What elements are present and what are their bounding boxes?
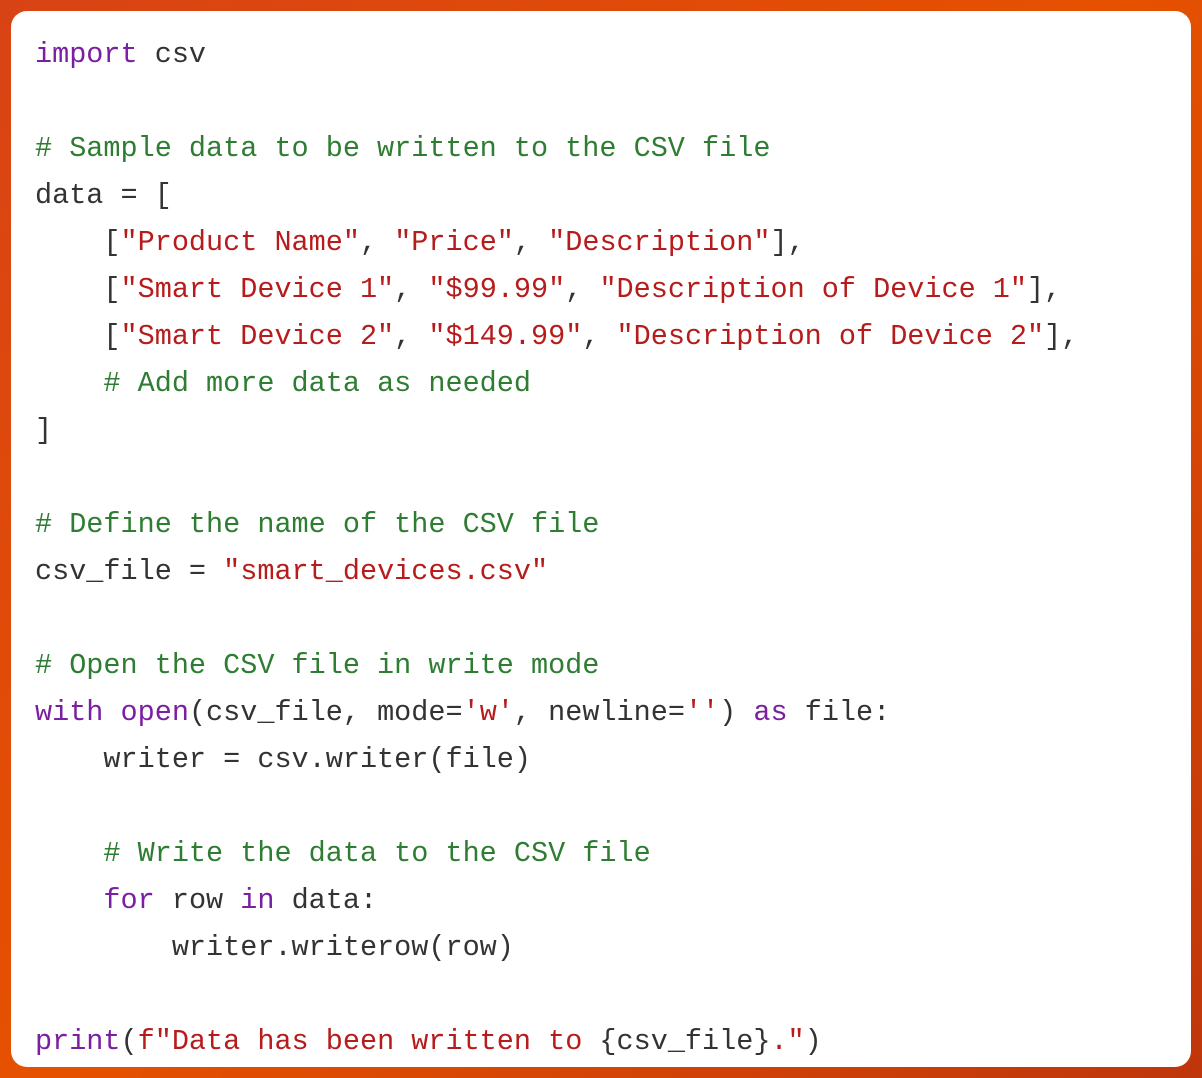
code-token: with [35, 696, 103, 729]
code-token: # Define the name of the CSV file [35, 508, 599, 541]
code-token: "Description" [548, 226, 770, 259]
code-token: for [103, 884, 154, 917]
code-token: csv [138, 38, 206, 71]
code-token: ], [770, 226, 804, 259]
code-token: open [121, 696, 189, 729]
code-token: import [35, 38, 138, 71]
code-token: ], [1027, 273, 1061, 306]
code-token: csv_file = [35, 555, 223, 588]
code-token: "Smart Device 2" [121, 320, 395, 353]
code-token: writer = csv.writer(file) [35, 743, 531, 776]
code-token: , [394, 320, 428, 353]
code-token: 'w' [463, 696, 514, 729]
code-token: "Smart Device 1" [121, 273, 395, 306]
code-content: import csv # Sample data to be written t… [35, 31, 1167, 1065]
code-token: ], [1044, 320, 1078, 353]
code-token: ) [805, 1025, 822, 1058]
code-token: , newline= [514, 696, 685, 729]
code-token: [ [35, 273, 121, 306]
code-token: , [565, 273, 599, 306]
code-token: , [514, 226, 548, 259]
code-token: f"Data has been written to [138, 1025, 600, 1058]
code-token: "Product Name" [121, 226, 360, 259]
code-token: row [155, 884, 241, 917]
code-token: , [394, 273, 428, 306]
code-token: [ [35, 226, 121, 259]
code-token: writer.writerow(row) [35, 931, 514, 964]
code-token: ) [719, 696, 753, 729]
code-token: "Description of Device 1" [599, 273, 1027, 306]
code-token: # Add more data as needed [103, 367, 531, 400]
code-token: # Write the data to the CSV file [103, 837, 650, 870]
code-token: as [753, 696, 787, 729]
code-token: "$99.99" [428, 273, 565, 306]
code-token: data = [ [35, 179, 172, 212]
code-token: ] [35, 414, 52, 447]
code-token: {csv_file} [599, 1025, 770, 1058]
code-token: (csv_file, mode= [189, 696, 463, 729]
code-token [103, 696, 120, 729]
code-token: # Sample data to be written to the CSV f… [35, 132, 770, 165]
code-token: , [360, 226, 394, 259]
code-token: "Price" [394, 226, 514, 259]
code-token: file: [788, 696, 891, 729]
code-token: print [35, 1025, 121, 1058]
code-token: ." [770, 1025, 804, 1058]
code-token: data: [274, 884, 377, 917]
code-token: "Description of Device 2" [617, 320, 1045, 353]
code-token: ( [121, 1025, 138, 1058]
code-token [35, 884, 103, 917]
code-block: import csv # Sample data to be written t… [11, 11, 1191, 1067]
code-token [35, 367, 103, 400]
code-token: '' [685, 696, 719, 729]
code-token [35, 837, 103, 870]
code-token: , [582, 320, 616, 353]
code-token: # Open the CSV file in write mode [35, 649, 599, 682]
code-token: in [240, 884, 274, 917]
code-token: [ [35, 320, 121, 353]
code-token: "$149.99" [428, 320, 582, 353]
code-token: "smart_devices.csv" [223, 555, 548, 588]
